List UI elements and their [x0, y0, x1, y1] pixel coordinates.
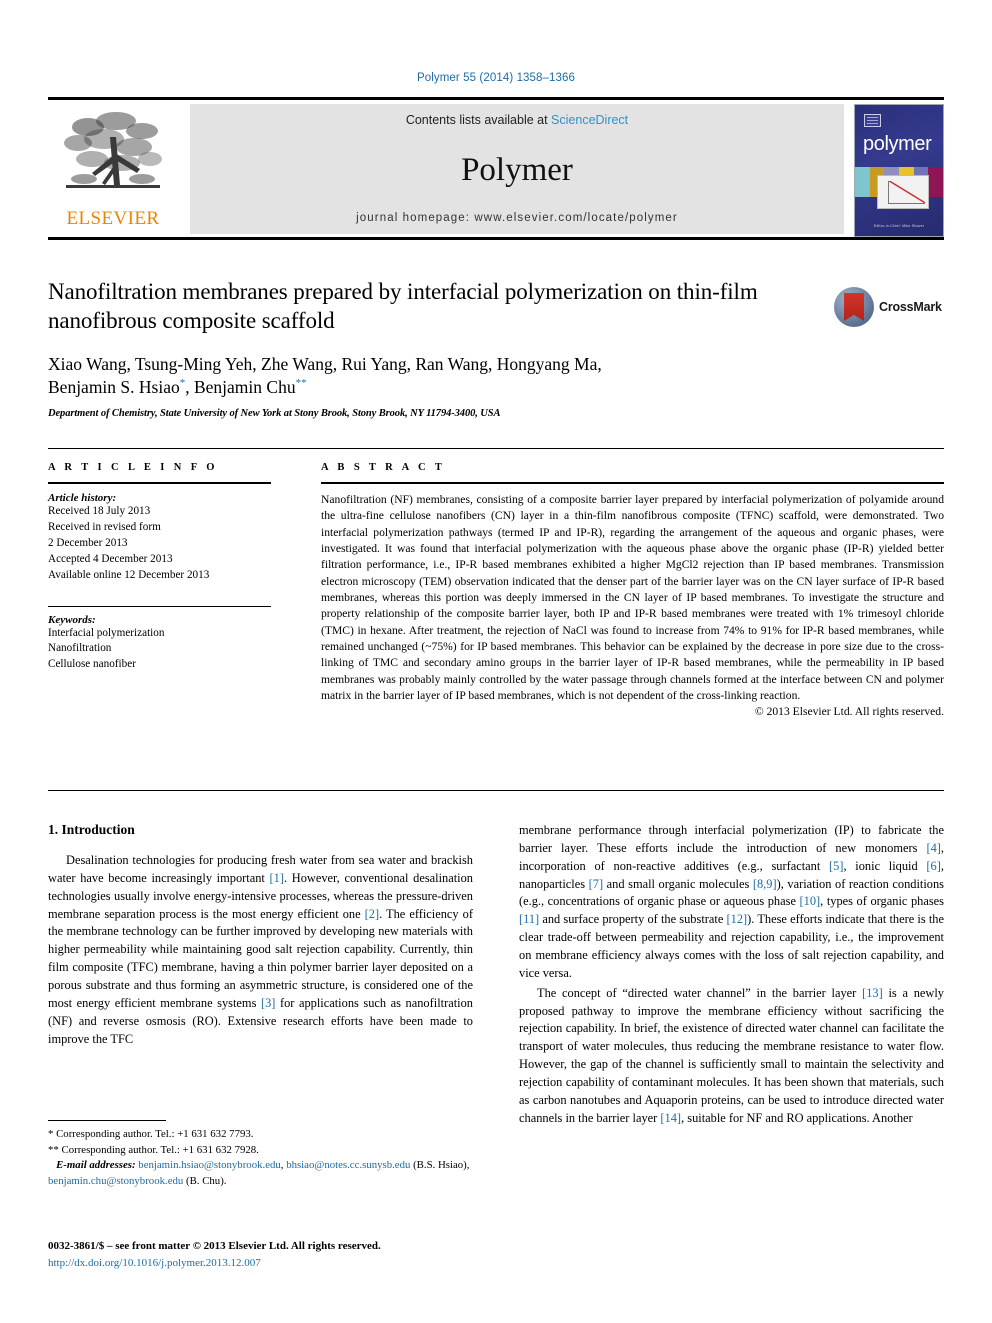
- article-history-label: Article history:: [48, 492, 117, 504]
- intro-r-g: , types of organic phases: [820, 894, 944, 909]
- affiliation: Department of Chemistry, State Universit…: [48, 408, 501, 420]
- citation-ref[interactable]: [4]: [926, 841, 940, 855]
- citation-ref[interactable]: [8,9]: [753, 877, 777, 891]
- citation-ref[interactable]: [2]: [365, 907, 379, 921]
- footnote-corresponding-1: * Corresponding author. Tel.: +1 631 632…: [48, 1128, 254, 1140]
- journal-title: Polymer: [461, 152, 573, 188]
- elsevier-tree-icon: [64, 112, 162, 188]
- page-title: Nanofiltration membranes prepared by int…: [48, 279, 758, 333]
- footnotes-block: * Corresponding author. Tel.: +1 631 632…: [48, 1120, 473, 1189]
- history-item: 2 December 2013: [48, 536, 128, 549]
- footnote-emails: E-mail addresses: benjamin.hsiao@stonybr…: [48, 1159, 470, 1187]
- citation-ref[interactable]: [10]: [800, 894, 821, 908]
- doi-link[interactable]: http://dx.doi.org/10.1016/j.polymer.2013…: [48, 1255, 488, 1272]
- abstract-column: A B S T R A C T Nanofiltration (NF) memb…: [293, 462, 944, 718]
- keyword-item: Cellulose nanofiber: [48, 658, 136, 671]
- history-item: Available online 12 December 2013: [48, 568, 210, 581]
- journal-band: Contents lists available at ScienceDirec…: [190, 104, 844, 234]
- history-item: Received in revised form: [48, 520, 161, 533]
- article-info-heading: A R T I C L E I N F O: [48, 462, 218, 473]
- running-head: Polymer 55 (2014) 1358–1366: [416, 72, 576, 84]
- abstract-heading: A B S T R A C T: [321, 462, 446, 473]
- author-list: Xiao Wang, Tsung-Ming Yeh, Zhe Wang, Rui…: [48, 353, 748, 400]
- crossmark-badge[interactable]: CrossMark: [834, 284, 944, 330]
- masthead-bottom-rule: [48, 237, 944, 240]
- journal-homepage-link[interactable]: journal homepage: www.elsevier.com/locat…: [356, 212, 678, 224]
- history-item: Received 18 July 2013: [48, 505, 151, 517]
- email-owner-2: (B. Chu).: [183, 1174, 227, 1187]
- elsevier-wordmark: ELSEVIER: [66, 208, 160, 229]
- intro-r2-b: is a newly proposed pathway to improve t…: [519, 985, 944, 1125]
- footnote-corresponding-2: ** Corresponding author. Tel.: +1 631 63…: [48, 1143, 259, 1156]
- info-abstract-section: A R T I C L E I N F O Article history: R…: [48, 462, 944, 718]
- keywords-label: Keywords:: [48, 613, 96, 626]
- authors-line-2-a: Benjamin S. Hsiao: [48, 377, 180, 398]
- section-heading-introduction: 1. Introduction: [48, 822, 135, 837]
- info-section-top-rule: [48, 448, 944, 449]
- article-info-column: A R T I C L E I N F O Article history: R…: [48, 462, 293, 718]
- footnote-rule: [48, 1120, 166, 1121]
- intro-r-e: and small organic molecules: [603, 876, 753, 891]
- citation-ref[interactable]: [12]: [727, 912, 748, 926]
- body-columns: 1. Introduction Desalination technologie…: [48, 822, 944, 1130]
- body-column-left: 1. Introduction Desalination technologie…: [48, 822, 473, 1130]
- intro-r-a: membrane performance through interfacial…: [519, 823, 944, 855]
- authors-line-2-b: , Benjamin Chu: [185, 377, 296, 398]
- email-link-2[interactable]: bhsiao@notes.cc.sunysb.edu: [286, 1159, 410, 1171]
- cover-elsevier-icon: [864, 114, 881, 127]
- crossmark-icon: [834, 287, 874, 327]
- email-label: E-mail addresses:: [56, 1159, 136, 1172]
- intro-r-c: , ionic liquid: [843, 858, 927, 873]
- article-title-block: Nanofiltration membranes prepared by int…: [48, 278, 944, 419]
- email-link-3[interactable]: benjamin.chu@stonybrook.edu: [48, 1175, 183, 1187]
- sciencedirect-link[interactable]: ScienceDirect: [551, 113, 628, 127]
- journal-masthead: ELSEVIER Contents lists available at Sci…: [48, 97, 944, 237]
- corresponding-marker-2: **: [295, 377, 307, 390]
- citation-ref[interactable]: [14]: [660, 1111, 681, 1125]
- contents-prefix: Contents lists available at: [405, 113, 552, 127]
- email-owner-1: (B.S. Hsiao),: [410, 1159, 470, 1172]
- citation-ref[interactable]: [5]: [829, 859, 843, 873]
- info-section-bottom-rule: [48, 790, 944, 791]
- intro-paragraph-right-2: The concept of “directed water channel” …: [519, 985, 944, 1128]
- body-column-right: membrane performance through interfacial…: [519, 822, 944, 1130]
- abstract-copyright: © 2013 Elsevier Ltd. All rights reserved…: [754, 705, 944, 719]
- cover-inset-plot: [877, 175, 929, 209]
- authors-line-1: Xiao Wang, Tsung-Ming Yeh, Zhe Wang, Rui…: [48, 353, 602, 374]
- contents-lists-line: Contents lists available at ScienceDirec…: [406, 113, 628, 127]
- cover-journal-title: polymer: [863, 133, 932, 155]
- article-history-list: Received 18 July 2013 Received in revise…: [48, 504, 271, 584]
- citation-ref[interactable]: [7]: [589, 877, 603, 891]
- issn-copyright-block: 0032-3861/$ – see front matter © 2013 El…: [48, 1238, 488, 1271]
- citation-ref[interactable]: [1]: [270, 871, 284, 885]
- journal-article-page: Polymer 55 (2014) 1358–1366 ELSEVIER Con…: [0, 0, 992, 1323]
- intro-r2-c: , suitable for NF and RO applications. A…: [681, 1110, 913, 1125]
- elsevier-logo: ELSEVIER: [48, 104, 178, 237]
- intro-r2-a: The concept of “directed water channel” …: [537, 985, 863, 1000]
- journal-cover-image: polymer Editor-in-Chief: Mike Shaver: [854, 104, 944, 237]
- intro-paragraph-right-1: membrane performance through interfacial…: [519, 822, 944, 983]
- keywords-list: Interfacial polymerization Nanofiltratio…: [48, 626, 271, 674]
- citation-ref[interactable]: [6]: [926, 859, 940, 873]
- email-link-1[interactable]: benjamin.hsiao@stonybrook.edu: [138, 1159, 280, 1171]
- keyword-item: Interfacial polymerization: [48, 626, 165, 639]
- keywords-block: Keywords: Interfacial polymerization Nan…: [48, 614, 271, 674]
- intro-text-c: . The efficiency of the membrane technol…: [48, 906, 473, 1010]
- citation-ref[interactable]: [13]: [862, 986, 883, 1000]
- citation-ref[interactable]: [11]: [519, 912, 539, 926]
- citation-ref[interactable]: [3]: [261, 996, 275, 1010]
- issn-front-matter: 0032-3861/$ – see front matter © 2013 El…: [48, 1240, 381, 1252]
- intro-r-h: and surface property of the substrate: [539, 912, 727, 927]
- keyword-item: Nanofiltration: [48, 642, 112, 655]
- abstract-text: Nanofiltration (NF) membranes, consistin…: [321, 493, 944, 703]
- history-item: Accepted 4 December 2013: [48, 552, 173, 565]
- intro-paragraph-left: Desalination technologies for producing …: [48, 852, 473, 1048]
- cover-footer-text: Editor-in-Chief: Mike Shaver: [873, 224, 925, 228]
- crossmark-label: CrossMark: [879, 300, 942, 314]
